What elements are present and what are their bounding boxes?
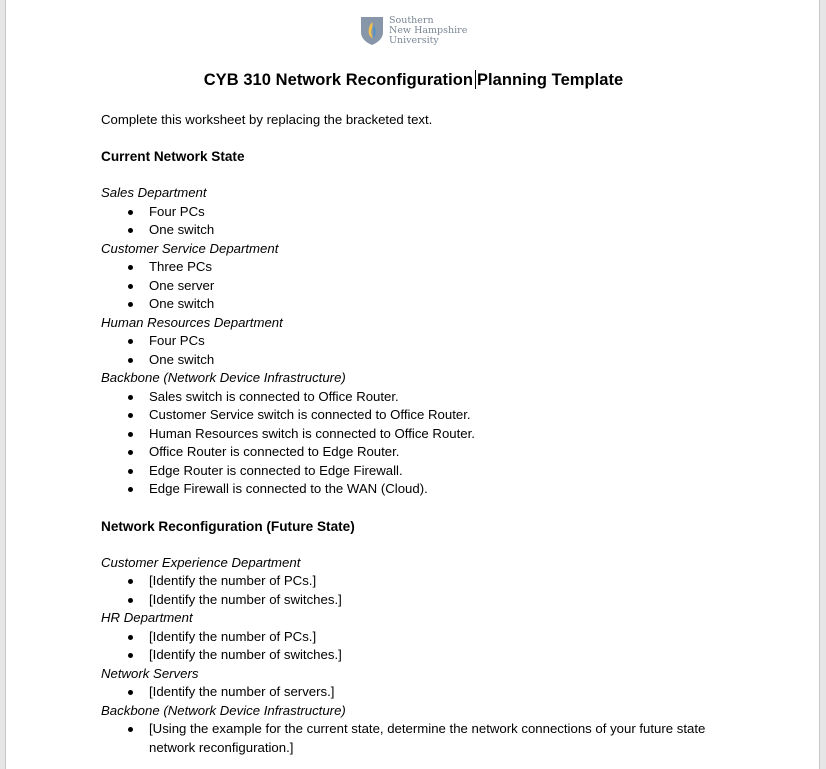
- bullet-icon: [128, 727, 133, 732]
- list-item[interactable]: [Identify the number of PCs.]: [101, 572, 741, 591]
- bullet-icon: [128, 339, 133, 344]
- document-body[interactable]: Complete this worksheet by replacing the…: [101, 110, 741, 757]
- subheading-network-servers[interactable]: Network Servers: [101, 665, 741, 684]
- list-item-text[interactable]: [Identify the number of switches.]: [149, 647, 342, 662]
- list-item-text[interactable]: One switch: [149, 222, 214, 237]
- list-item-text[interactable]: Human Resources switch is connected to O…: [149, 426, 475, 441]
- list-customer-service: Three PCs One server One switch: [101, 258, 741, 314]
- list-item-text[interactable]: Four PCs: [149, 333, 205, 348]
- list-item[interactable]: One switch: [101, 221, 741, 240]
- university-logo: Southern New Hampshire University: [360, 16, 467, 46]
- document-title[interactable]: CYB 310 Network Reconfiguration Planning …: [6, 70, 821, 90]
- list-item[interactable]: [Identify the number of switches.]: [101, 646, 741, 665]
- list-item[interactable]: Human Resources switch is connected to O…: [101, 425, 741, 444]
- bullet-icon: [128, 450, 133, 455]
- bullet-icon: [128, 357, 133, 363]
- bullet-icon: [128, 283, 133, 289]
- shield-flame-icon: [361, 17, 383, 45]
- list-item-text[interactable]: Three PCs: [149, 259, 212, 274]
- bullet-icon: [128, 228, 133, 233]
- list-item-text[interactable]: [Using the example for the current state…: [149, 721, 705, 755]
- bullet-icon: [128, 690, 133, 695]
- list-item-text[interactable]: [Identify the number of switches.]: [149, 592, 342, 607]
- bullet-icon: [128, 634, 133, 640]
- list-item[interactable]: Three PCs: [101, 258, 741, 277]
- list-item[interactable]: One switch: [101, 295, 741, 314]
- list-item[interactable]: [Identify the number of servers.]: [101, 683, 741, 702]
- bullet-icon: [128, 209, 133, 215]
- list-item[interactable]: Edge Firewall is connected to the WAN (C…: [101, 480, 741, 499]
- logo-line: University: [389, 35, 439, 46]
- list-item[interactable]: Office Router is connected to Edge Route…: [101, 443, 741, 462]
- bullet-icon: [128, 487, 133, 492]
- list-item[interactable]: Edge Router is connected to Edge Firewal…: [101, 462, 741, 481]
- list-customer-experience: [Identify the number of PCs.] [Identify …: [101, 572, 741, 609]
- bullet-icon: [128, 413, 133, 418]
- list-item-text[interactable]: Four PCs: [149, 204, 205, 219]
- list-backbone: Sales switch is connected to Office Rout…: [101, 388, 741, 499]
- list-item-text[interactable]: One server: [149, 278, 214, 293]
- list-item-text[interactable]: [Identify the number of PCs.]: [149, 573, 316, 588]
- bullet-icon: [128, 431, 133, 437]
- list-item-text[interactable]: [Identify the number of servers.]: [149, 684, 334, 699]
- section-heading-future-state[interactable]: Network Reconfiguration (Future State): [101, 517, 741, 536]
- list-item[interactable]: [Identify the number of switches.]: [101, 591, 741, 610]
- list-item[interactable]: Sales switch is connected to Office Rout…: [101, 388, 741, 407]
- subheading-customer-experience[interactable]: Customer Experience Department: [101, 554, 741, 573]
- list-item-text[interactable]: Edge Router is connected to Edge Firewal…: [149, 463, 403, 478]
- bullet-icon: [128, 653, 133, 658]
- list-item[interactable]: Four PCs: [101, 203, 741, 222]
- subheading-customer-service[interactable]: Customer Service Department: [101, 240, 741, 259]
- text-cursor: [474, 70, 476, 89]
- list-item-text[interactable]: One switch: [149, 352, 214, 367]
- logo-text: Southern New Hampshire University: [389, 16, 467, 46]
- list-item[interactable]: One switch: [101, 351, 741, 370]
- list-item-text[interactable]: Sales switch is connected to Office Rout…: [149, 389, 399, 404]
- section-heading-current-state[interactable]: Current Network State: [101, 147, 741, 166]
- subheading-backbone-future[interactable]: Backbone (Network Device Infrastructure): [101, 702, 741, 721]
- list-network-servers: [Identify the number of servers.]: [101, 683, 741, 702]
- list-item-text[interactable]: [Identify the number of PCs.]: [149, 629, 316, 644]
- subheading-human-resources[interactable]: Human Resources Department: [101, 314, 741, 333]
- list-item[interactable]: [Using the example for the current state…: [101, 720, 709, 757]
- subheading-backbone[interactable]: Backbone (Network Device Infrastructure): [101, 369, 741, 388]
- bullet-icon: [128, 394, 133, 400]
- title-part-2[interactable]: Planning Template: [477, 71, 623, 89]
- subheading-sales[interactable]: Sales Department: [101, 184, 741, 203]
- document-page[interactable]: Southern New Hampshire University CYB 31…: [5, 0, 820, 769]
- list-human-resources: Four PCs One switch: [101, 332, 741, 369]
- bullet-icon: [128, 579, 133, 584]
- list-item-text[interactable]: Customer Service switch is connected to …: [149, 407, 471, 422]
- list-item-text[interactable]: One switch: [149, 296, 214, 311]
- subheading-hr[interactable]: HR Department: [101, 609, 741, 628]
- bullet-icon: [128, 302, 133, 307]
- list-sales: Four PCs One switch: [101, 203, 741, 240]
- bullet-icon: [128, 265, 133, 270]
- list-backbone-future: [Using the example for the current state…: [101, 720, 741, 757]
- list-item[interactable]: Four PCs: [101, 332, 741, 351]
- intro-text[interactable]: Complete this worksheet by replacing the…: [101, 110, 741, 129]
- bullet-icon: [128, 468, 133, 474]
- bullet-icon: [128, 597, 133, 603]
- list-item[interactable]: Customer Service switch is connected to …: [101, 406, 741, 425]
- list-item-text[interactable]: Office Router is connected to Edge Route…: [149, 444, 399, 459]
- list-item[interactable]: One server: [101, 277, 741, 296]
- title-part-1[interactable]: CYB 310 Network Reconfiguration: [204, 71, 473, 89]
- list-item[interactable]: [Identify the number of PCs.]: [101, 628, 741, 647]
- list-item-text[interactable]: Edge Firewall is connected to the WAN (C…: [149, 481, 428, 496]
- list-hr: [Identify the number of PCs.] [Identify …: [101, 628, 741, 665]
